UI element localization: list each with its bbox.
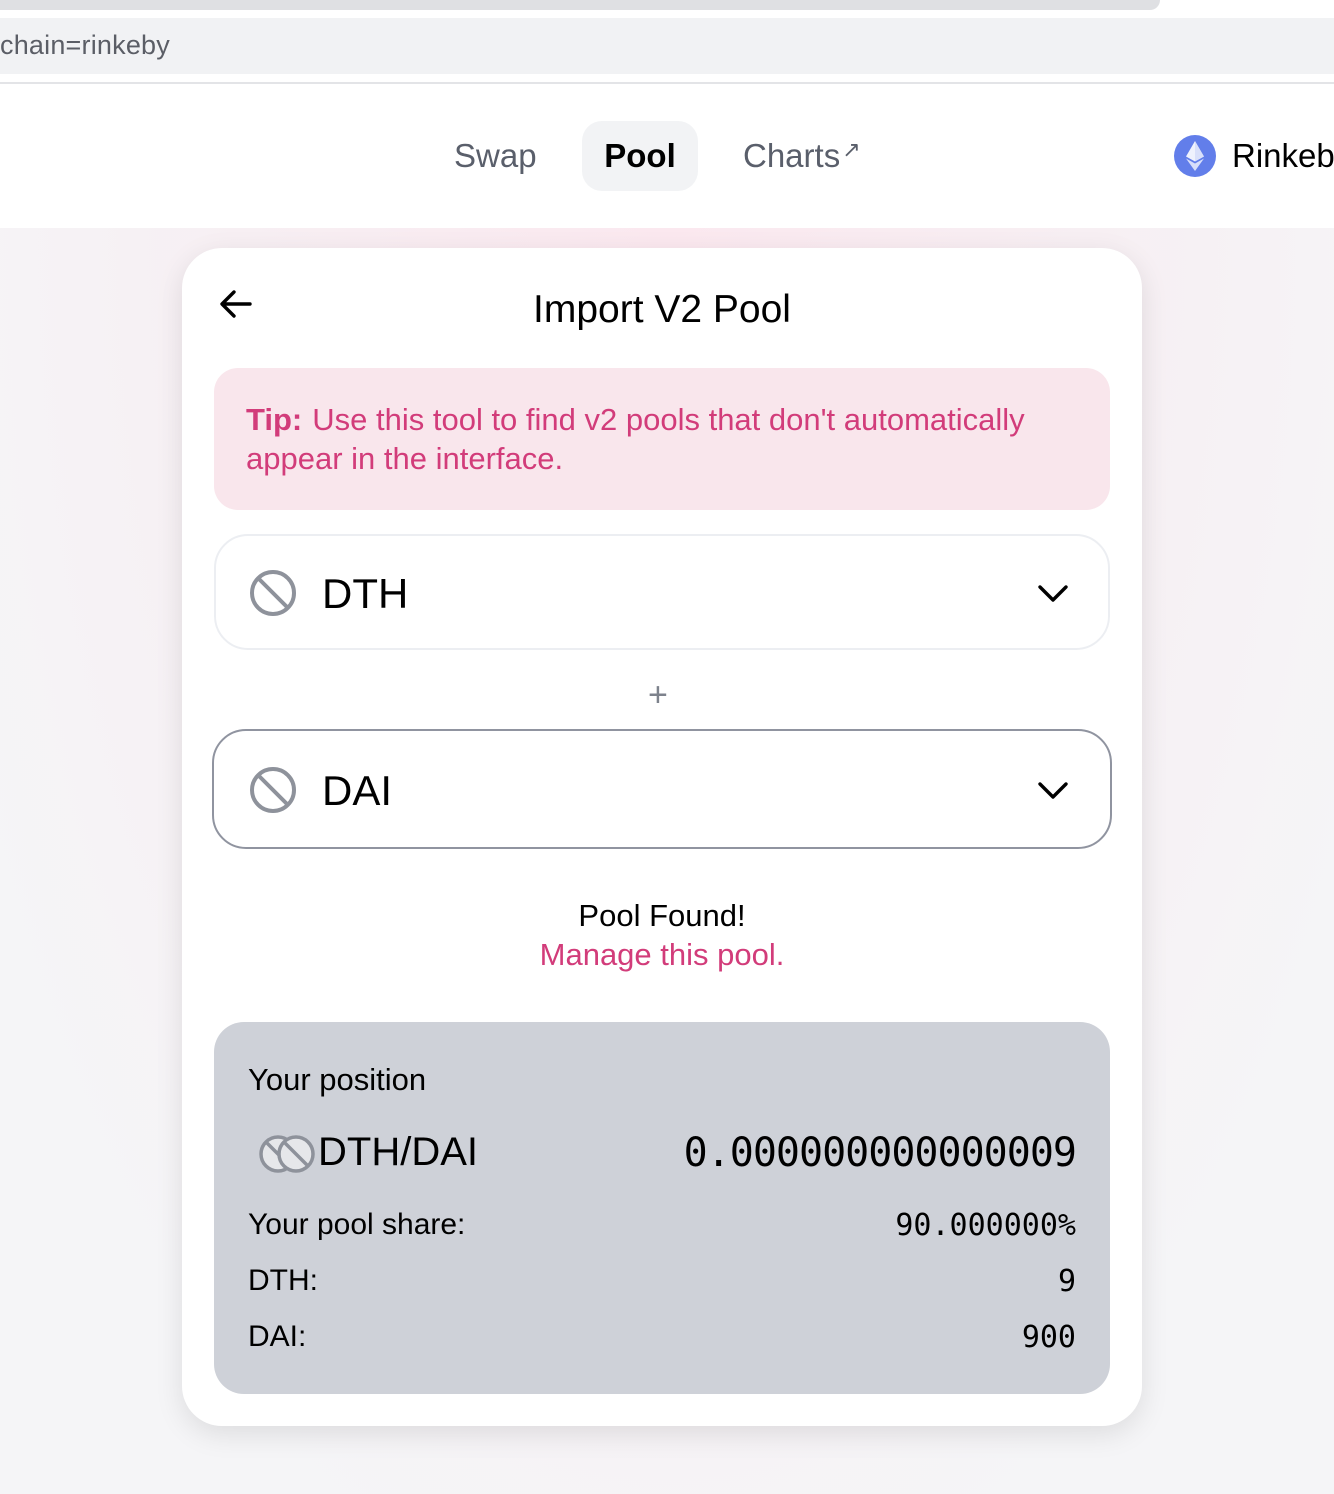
network-name: Rinkeb bbox=[1232, 137, 1334, 174]
address-text[interactable]: chain=rinkeby bbox=[0, 30, 170, 61]
position-panel: Your position DTH/DAI 0.000000000000009 … bbox=[214, 1022, 1110, 1394]
token-a-amount-value: 9 bbox=[1057, 1264, 1076, 1299]
tip-text: Use this tool to find v2 pools that don'… bbox=[246, 402, 1025, 476]
ban-icon bbox=[250, 767, 296, 813]
browser-tab-strip bbox=[0, 0, 1160, 10]
external-link-icon: ↗ bbox=[842, 137, 861, 162]
token-b-select[interactable]: DAI bbox=[212, 729, 1112, 849]
app-header: Swap Pool Charts↗ Rinkeb bbox=[0, 84, 1334, 228]
pair-balance: 0.000000000000009 bbox=[683, 1130, 1077, 1176]
token-a-select[interactable]: DTH bbox=[214, 534, 1110, 650]
address-bar[interactable] bbox=[0, 18, 1334, 74]
token-a-amount-label: DTH: bbox=[248, 1264, 318, 1297]
pair-name: DTH/DAI bbox=[318, 1130, 478, 1174]
token-b-symbol: DAI bbox=[322, 767, 393, 814]
network-selector[interactable]: Rinkeb bbox=[1174, 134, 1334, 178]
nav-charts-label: Charts bbox=[743, 137, 841, 174]
token-b-amount-label: DAI: bbox=[248, 1320, 307, 1353]
tip-label: Tip: bbox=[246, 402, 303, 437]
chevron-down-icon bbox=[1038, 585, 1068, 602]
plus-icon: + bbox=[648, 676, 668, 714]
chevron-down-icon bbox=[1038, 782, 1068, 799]
nav-charts[interactable]: Charts↗ bbox=[743, 121, 861, 191]
import-pool-card: Import V2 Pool Tip: Use this tool to find… bbox=[182, 248, 1142, 1426]
tip-banner: Tip: Use this tool to find v2 pools that … bbox=[214, 368, 1110, 510]
manage-pool-link[interactable]: Manage this pool. bbox=[182, 937, 1142, 973]
nav-pool[interactable]: Pool bbox=[582, 121, 698, 191]
ban-icon bbox=[250, 570, 296, 616]
browser-chrome: chain=rinkeby bbox=[0, 0, 1334, 84]
nav-swap[interactable]: Swap bbox=[454, 121, 537, 191]
token-b-amount-value: 900 bbox=[1021, 1320, 1076, 1355]
page-title: Import V2 Pool bbox=[533, 288, 791, 331]
position-title: Your position bbox=[248, 1062, 427, 1097]
ethereum-icon bbox=[1174, 135, 1216, 177]
pair-ban-icons bbox=[259, 1135, 315, 1173]
pool-share-value: 90.000000% bbox=[895, 1208, 1076, 1243]
token-a-symbol: DTH bbox=[322, 570, 409, 617]
pool-share-label: Your pool share: bbox=[248, 1208, 466, 1241]
pool-found-text: Pool Found! bbox=[578, 898, 746, 933]
